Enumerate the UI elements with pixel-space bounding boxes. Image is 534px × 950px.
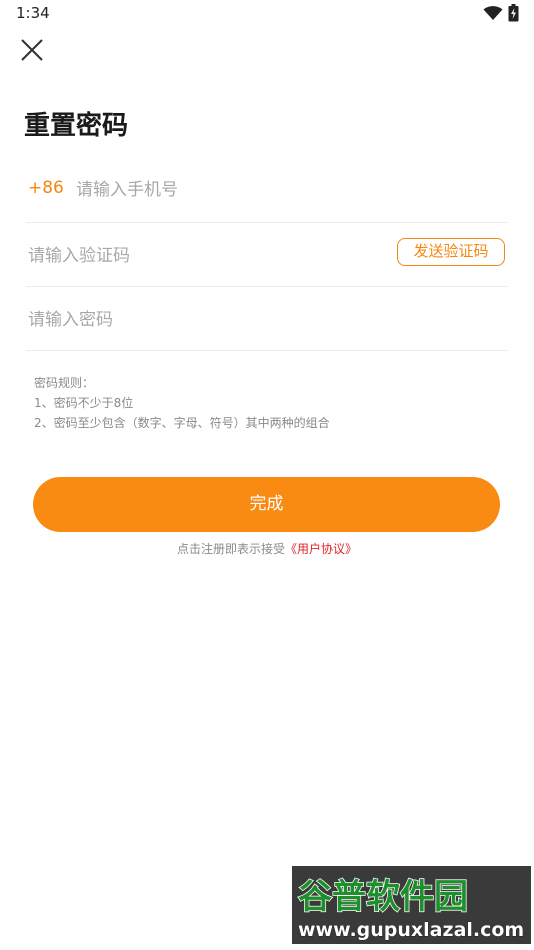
send-code-button[interactable]: 发送验证码 — [397, 238, 505, 266]
svg-text:谷普软件园: 谷普软件园 — [298, 877, 468, 917]
watermark-logo: 谷普软件园 www.gupuxlazal.com — [292, 866, 531, 944]
password-rules: 密码规则： 1、密码不少于8位 2、密码至少包含（数字、字母、符号）其中两种的组… — [34, 373, 330, 433]
phone-input[interactable] — [76, 177, 376, 203]
agreement-notice: 点击注册即表示接受《用户协议》 — [0, 540, 534, 557]
phone-row: +86 — [26, 158, 508, 223]
country-code[interactable]: +86 — [28, 178, 64, 198]
done-button[interactable]: 完成 — [33, 477, 500, 532]
rules-heading: 密码规则： — [34, 376, 95, 390]
password-input[interactable] — [28, 307, 328, 333]
password-row — [26, 286, 508, 351]
status-bar: 1:34 — [0, 0, 534, 28]
status-time: 1:34 — [16, 4, 50, 22]
wifi-icon — [483, 6, 503, 20]
verification-code-row: 发送验证码 — [26, 222, 508, 287]
svg-text:www.gupuxlazal.com: www.gupuxlazal.com — [298, 919, 524, 941]
verification-code-input[interactable] — [28, 243, 328, 269]
rule-item: 1、密码不少于8位 — [34, 396, 134, 410]
user-agreement-link[interactable]: 《用户协议》 — [285, 542, 357, 556]
page-title: 重置密码 — [24, 111, 129, 141]
rule-item: 2、密码至少包含（数字、字母、符号）其中两种的组合 — [34, 416, 330, 430]
battery-charging-icon — [508, 4, 519, 22]
watermark-graphic: 谷普软件园 www.gupuxlazal.com — [292, 866, 531, 944]
agreement-text: 点击注册即表示接受 — [176, 542, 285, 556]
close-icon[interactable] — [18, 36, 46, 64]
